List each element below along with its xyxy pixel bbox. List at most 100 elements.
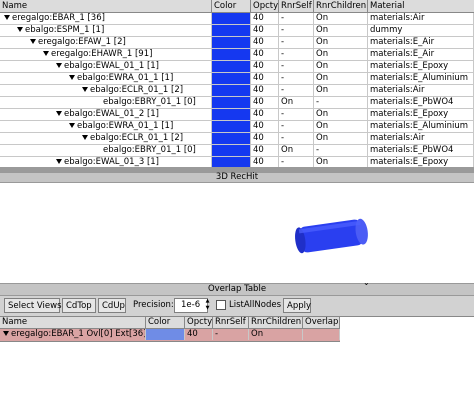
tree-row[interactable]: eregalgo:EFAW_1 [2] 40- On materials:E_Air [0,37,474,49]
row-name-cell: eregalgo:EHAWR_1 [91] [0,49,212,60]
tree-row[interactable]: eregalgo:EHAWR_1 [91] 40- On materials:E_Ai… [0,49,474,61]
row-name-cell: eregalgo:EFAW_1 [2] [0,37,212,48]
header-rnrself[interactable]: RnrSelf [279,0,314,12]
tree-row[interactable]: ebalgo:EWAL_01_1 [1] 40- On materials:E_Epo… [0,61,474,73]
row-color-swatch[interactable] [212,73,251,84]
row-opcty: 40 [251,97,279,108]
header-rnrchildren[interactable]: RnrChildren [314,0,368,12]
row-name-cell: ebalgo:EWAL_01_1 [1] [0,61,212,72]
splitter-arrow-icon: ⌄ [363,278,370,287]
row-rnrchildren: On [314,133,368,144]
tree-row[interactable]: ebalgo:ECLR_01_1 [2] 40- On materials:Air [0,85,474,97]
row-material: materials:E_Air [368,49,474,60]
row-color-swatch[interactable] [212,85,251,96]
overlap-header-overlap[interactable]: Overlap [303,317,340,328]
select-views-button[interactable]: Select Views [4,298,62,313]
list-all-nodes-label: ListAllNodes [229,300,282,310]
row-opcty: 40 [251,133,279,144]
tree-row[interactable]: ebalgo:EBRY_01_1 [0] 40 On - materials:E_PbW… [0,97,474,109]
row-opcty: 40 [251,73,279,84]
row-color-swatch[interactable] [212,121,251,132]
row-name: ebalgo:EWRA_01_1 [1] [77,73,174,83]
overlap-header-rnrchildren[interactable]: RnrChildren [249,317,303,328]
row-color-swatch[interactable] [212,61,251,72]
row-opcty: 40 [251,145,279,156]
overlap-row-color-swatch[interactable] [146,329,185,340]
barrel-cylinder-icon [295,218,368,254]
expand-triangle-icon[interactable] [17,27,23,32]
overlap-toolbar: Select Views CdTop CdUp Precision: 1e-6 … [0,296,474,316]
expand-triangle-icon[interactable] [30,39,36,44]
geometry-tree-table[interactable]: Name Color Opcty RnrSelf RnrChildren Mat… [0,0,474,172]
precision-stepper[interactable]: ▲ ▼ [204,298,211,313]
row-material: materials:E_Epoxy [368,109,474,120]
view-3d-canvas[interactable] [0,183,474,283]
row-color-swatch[interactable] [212,37,251,48]
row-name-cell: ebalgo:EWRA_01_1 [1] [0,121,212,132]
overlap-header-color[interactable]: Color [146,317,185,328]
header-opcty[interactable]: Opcty [251,0,279,12]
row-rnrchildren: On [314,85,368,96]
apply-button[interactable]: Apply [283,298,311,313]
overlap-table-title-bar[interactable]: Overlap Table ⌄ [0,278,474,296]
header-material[interactable]: Material [368,0,474,12]
tree-row[interactable]: ebalgo:ECLR_01_1 [2] 40- On materials:Air [0,133,474,145]
row-name: ebalgo:ECLR_01_1 [2] [90,85,184,95]
row-rnrself: - [279,109,314,120]
expand-triangle-icon[interactable] [56,63,62,68]
tree-row[interactable]: ebalgo:EWRA_01_1 [1] 40- On materials:E_Alu… [0,121,474,133]
tree-row[interactable]: ebalgo:EWAL_01_2 [1] 40- On materials:E_Epo… [0,109,474,121]
precision-label: Precision: [133,300,174,310]
expand-triangle-icon[interactable] [56,111,62,116]
tree-row[interactable]: ebalgo:ESPM_1 [1] 40- On dummy [0,25,474,37]
stepper-down-icon[interactable]: ▼ [204,305,211,312]
row-material: materials:E_PbWO4 [368,145,474,156]
tree-row[interactable]: ebalgo:EWRA_01_1 [1] 40- On materials:E_Alu… [0,73,474,85]
row-rnrself: - [279,37,314,48]
expand-triangle-icon[interactable] [82,87,88,92]
row-color-swatch[interactable] [212,97,251,108]
overlap-header-name[interactable]: Name [0,317,146,328]
header-color[interactable]: Color [212,0,251,12]
expand-triangle-icon[interactable] [3,331,9,336]
overlap-table[interactable]: Name Color Opcty RnrSelf RnrChildren Ove… [0,316,474,395]
tree-row[interactable]: ebalgo:EBRY_01_1 [0] 40 On - materials:E_PbW… [0,145,474,157]
expand-triangle-icon[interactable] [69,75,75,80]
view-3d-title-bar[interactable]: 3D RecHit [0,172,474,183]
overlap-row[interactable]: eregalgo:EBAR_1 Ovl[0] Ext[36] 40 - On [0,329,340,342]
row-color-swatch[interactable] [212,49,251,60]
expand-triangle-icon[interactable] [82,135,88,140]
row-material: materials:E_Epoxy [368,61,474,72]
row-color-swatch[interactable] [212,133,251,144]
row-rnrchildren: On [314,37,368,48]
row-rnrself: - [279,25,314,36]
overlap-header-rnrself[interactable]: RnrSelf [213,317,249,328]
row-color-swatch[interactable] [212,109,251,120]
row-rnrchildren: On [314,25,368,36]
tree-row[interactable]: eregalgo:EBAR_1 [36] 40- On materials:Air [0,13,474,25]
header-name[interactable]: Name [0,0,212,12]
expand-triangle-icon[interactable] [4,15,10,20]
row-color-swatch[interactable] [212,25,251,36]
stepper-up-icon[interactable]: ▲ [204,298,211,305]
overlap-header-opcty[interactable]: Opcty [185,317,213,328]
row-name: ebalgo:EWRA_01_1 [1] [77,121,174,131]
expand-triangle-icon[interactable] [69,123,75,128]
row-opcty: 40 [251,49,279,60]
expand-triangle-icon[interactable] [43,51,49,56]
row-color-swatch[interactable] [212,13,251,24]
overlap-row-opcty: 40 [185,329,213,340]
row-name-cell: ebalgo:ECLR_01_1 [2] [0,133,212,144]
overlap-header: Name Color Opcty RnrSelf RnrChildren Ove… [0,317,340,329]
row-color-swatch[interactable] [212,145,251,156]
row-name: ebalgo:ECLR_01_1 [2] [90,133,184,143]
expand-triangle-icon[interactable] [56,159,62,164]
precision-input[interactable]: 1e-6 [174,298,208,313]
list-all-nodes-checkbox[interactable] [216,300,226,310]
cdup-button[interactable]: CdUp [98,298,126,313]
cdtop-button[interactable]: CdTop [62,298,96,313]
row-rnrself: - [279,85,314,96]
overlap-row-rnrself: - [213,329,249,340]
row-name-cell: ebalgo:EBRY_01_1 [0] [0,97,212,108]
overlap-table-title: Overlap Table [207,284,267,294]
